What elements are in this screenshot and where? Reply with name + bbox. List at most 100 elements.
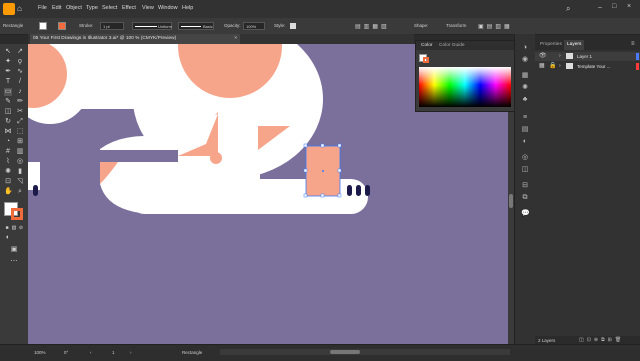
- symbol-sprayer-icon[interactable]: ✺: [4, 168, 12, 176]
- opacity-field[interactable]: 100%: [243, 22, 265, 30]
- stroke-panel-icon[interactable]: ≡: [521, 114, 529, 122]
- selection-tool-icon[interactable]: ↖: [4, 48, 12, 56]
- color-panel-stroke-swatch[interactable]: [423, 57, 429, 63]
- horizontal-scrollbar[interactable]: [220, 349, 510, 355]
- swatches-icon[interactable]: ▦: [521, 72, 529, 80]
- direct-selection-tool-icon[interactable]: ↗: [16, 48, 24, 56]
- scissors-tool-icon[interactable]: ✂: [16, 108, 24, 116]
- layer-row[interactable]: 👁 › Layer 1: [535, 52, 640, 61]
- color-guide-icon[interactable]: ◉: [521, 56, 529, 64]
- horizontal-scroll-thumb[interactable]: [330, 350, 360, 354]
- layer-footer-icons[interactable]: ◫⊡⊕⧉⊞🗑: [579, 337, 624, 343]
- pathfinder-icon[interactable]: ⧉: [521, 194, 529, 202]
- artboard-number[interactable]: 1: [112, 350, 115, 355]
- home-icon[interactable]: ⌂: [17, 5, 25, 13]
- align-panel-icon[interactable]: ⊟: [521, 182, 529, 190]
- tab-layers[interactable]: Layers: [564, 40, 585, 50]
- lock-icon[interactable]: 🔒: [549, 62, 556, 69]
- artboard-next-icon[interactable]: ›: [130, 350, 132, 355]
- curvature-tool-icon[interactable]: ∿: [16, 68, 24, 76]
- line-tool-icon[interactable]: /: [16, 78, 24, 86]
- menu-help[interactable]: Help: [182, 5, 193, 11]
- rotation-angle[interactable]: 0°: [64, 350, 68, 355]
- layer-name[interactable]: Layer 1: [577, 54, 592, 59]
- color-panel-icon[interactable]: ◑: [521, 44, 529, 52]
- type-tool-icon[interactable]: T: [4, 78, 12, 86]
- menu-effect[interactable]: Effect: [122, 5, 136, 11]
- gradient-tool-icon[interactable]: ▥: [16, 148, 24, 156]
- arrange-icons[interactable]: ▣▤▥▦: [478, 23, 513, 30]
- tab-color[interactable]: Color: [418, 41, 435, 51]
- perspective-grid-icon[interactable]: ⊞: [16, 138, 24, 146]
- menu-select[interactable]: Select: [102, 5, 117, 11]
- graphic-styles-icon[interactable]: ◫: [521, 166, 529, 174]
- expand-chevron-icon[interactable]: ›: [559, 63, 561, 69]
- screen-mode-icon[interactable]: ▣: [10, 246, 18, 254]
- symbols-icon[interactable]: ♣: [521, 96, 529, 104]
- align-icons[interactable]: ▤▥▦▧: [355, 23, 390, 30]
- expand-chevron-icon[interactable]: ›: [559, 53, 561, 59]
- artboard-tool-icon[interactable]: ⊡: [4, 178, 12, 186]
- gradient-panel-icon[interactable]: ▤: [521, 126, 529, 134]
- scale-tool-icon[interactable]: ⤢: [16, 118, 24, 126]
- template-icon[interactable]: ▦: [539, 62, 545, 69]
- menu-window[interactable]: Window: [158, 5, 178, 11]
- slice-tool-icon[interactable]: ◹: [16, 178, 24, 186]
- document-tab[interactable]: 05 Your First Drawings in Illustrator 3.…: [30, 34, 240, 44]
- fill-swatch[interactable]: [39, 22, 47, 30]
- layer-row[interactable]: ▦ 🔒 › Template Your ...: [535, 62, 640, 71]
- layers-menu-icon[interactable]: ≡: [631, 41, 635, 47]
- stroke-profile-select[interactable]: Uniform: [132, 22, 172, 30]
- stroke-weight-field[interactable]: 1 pt: [100, 22, 124, 30]
- pen-tool-icon[interactable]: ✒: [4, 68, 12, 76]
- tab-color-guide[interactable]: Color Guide: [436, 41, 468, 51]
- maximize-icon[interactable]: □: [612, 3, 616, 10]
- none-mode-icon[interactable]: ⊘: [17, 224, 25, 232]
- blend-tool-icon[interactable]: ◎: [16, 158, 24, 166]
- more-tools-icon[interactable]: ⋯: [10, 258, 18, 266]
- comments-icon[interactable]: 💬: [521, 210, 530, 218]
- mesh-tool-icon[interactable]: #: [4, 148, 12, 156]
- transparency-icon[interactable]: ◐: [521, 138, 529, 146]
- stroke-swatch[interactable]: [58, 22, 66, 30]
- rotate-tool-icon[interactable]: ↻: [4, 118, 12, 126]
- eraser-tool-icon[interactable]: ◫: [4, 108, 12, 116]
- hand-tool-icon[interactable]: ✋: [4, 188, 13, 196]
- style-swatch[interactable]: [290, 23, 296, 29]
- zoom-level[interactable]: 100%: [34, 350, 46, 355]
- search-icon[interactable]: ⌕: [566, 4, 575, 13]
- artboard-prev-icon[interactable]: ‹: [90, 350, 92, 355]
- width-tool-icon[interactable]: ⋈: [4, 128, 12, 136]
- magic-wand-icon[interactable]: ✦: [4, 58, 12, 66]
- free-transform-icon[interactable]: ⬚: [16, 128, 24, 136]
- draw-mode-icon[interactable]: ◐: [4, 234, 12, 242]
- rectangle-tool-icon[interactable]: ▭: [4, 88, 12, 96]
- menu-type[interactable]: Type: [86, 5, 98, 11]
- pencil-tool-icon[interactable]: ✏: [16, 98, 24, 106]
- color-spectrum[interactable]: [419, 67, 511, 107]
- menu-file[interactable]: File: [38, 5, 47, 11]
- shaper-tool-icon[interactable]: ✎: [4, 98, 12, 106]
- shape-label[interactable]: Shape:: [414, 23, 428, 28]
- appearance-icon[interactable]: ◎: [521, 154, 529, 162]
- graph-tool-icon[interactable]: ▮: [16, 168, 24, 176]
- transform-label[interactable]: Transform: [446, 23, 466, 28]
- paintbrush-tool-icon[interactable]: ♪: [16, 88, 24, 96]
- menu-view[interactable]: View: [142, 5, 154, 11]
- tab-properties[interactable]: Properties: [537, 40, 565, 50]
- menu-edit[interactable]: Edit: [52, 5, 61, 11]
- close-tab-icon[interactable]: ×: [234, 34, 237, 44]
- zoom-tool-icon[interactable]: ⌕: [16, 188, 24, 196]
- vertical-scroll-thumb[interactable]: [509, 194, 513, 208]
- minimize-icon[interactable]: –: [598, 4, 602, 11]
- close-window-icon[interactable]: ×: [627, 3, 631, 10]
- visibility-eye-icon[interactable]: 👁: [539, 52, 547, 59]
- layer-name[interactable]: Template Your ...: [577, 64, 611, 69]
- stroke-color-indicator[interactable]: [11, 208, 23, 220]
- eyedropper-tool-icon[interactable]: ⌇: [4, 158, 12, 166]
- lasso-icon[interactable]: ϙ: [16, 58, 24, 66]
- brushes-icon[interactable]: ✺: [521, 84, 529, 92]
- brush-select[interactable]: Basic: [178, 22, 214, 30]
- shape-builder-icon[interactable]: ◔: [4, 138, 12, 146]
- menu-object[interactable]: Object: [66, 5, 82, 11]
